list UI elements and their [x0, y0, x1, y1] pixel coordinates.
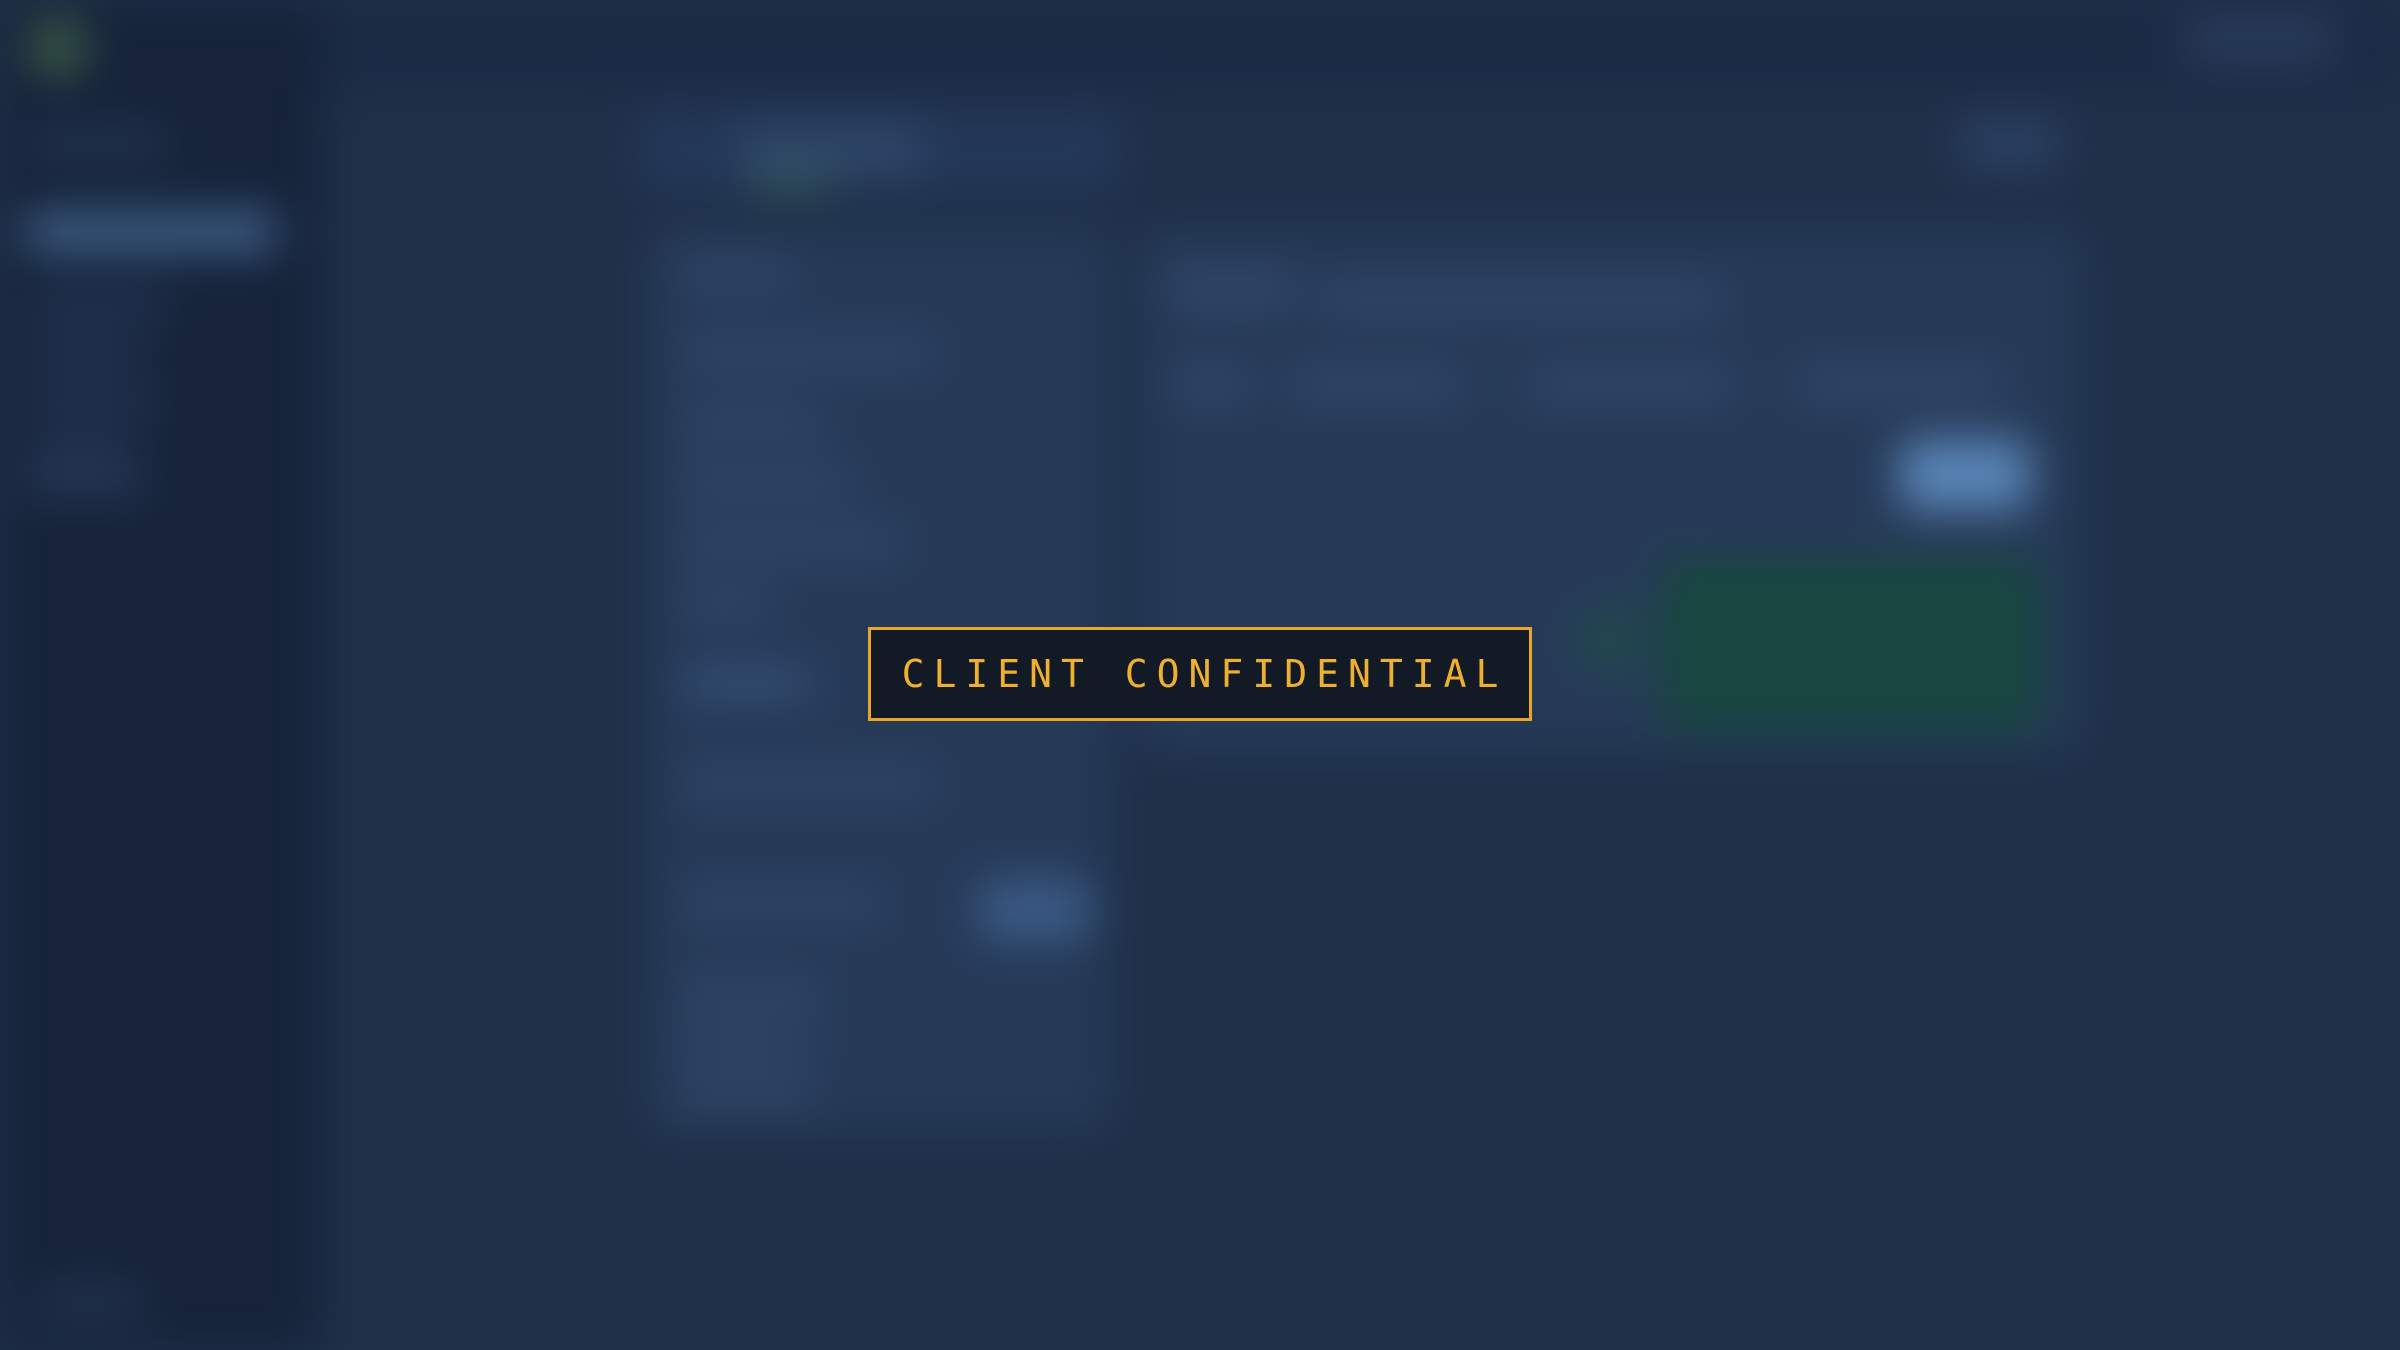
confidential-label: CLIENT CONFIDENTIAL	[868, 627, 1532, 721]
section-action-button[interactable]	[980, 880, 1090, 940]
app-logo	[28, 18, 88, 78]
list-item[interactable]	[680, 470, 850, 496]
field-label	[1170, 370, 1250, 398]
list-item[interactable]	[680, 260, 790, 286]
sidebar-item[interactable]	[26, 470, 146, 498]
status-card	[1660, 560, 2040, 730]
list-item[interactable]	[680, 590, 770, 616]
list-item[interactable]	[680, 410, 820, 436]
list-item[interactable]	[680, 340, 930, 366]
table-row	[680, 980, 820, 1006]
sidebar-item[interactable]	[26, 130, 166, 158]
field-value	[1800, 370, 2000, 398]
table-row	[680, 1080, 810, 1106]
user-menu[interactable]	[2180, 18, 2340, 62]
panel-title	[1170, 270, 1290, 306]
list-item[interactable]	[680, 670, 810, 696]
sidebar-item[interactable]	[26, 390, 156, 418]
section-heading	[680, 890, 880, 916]
tab-active-indicator	[750, 180, 830, 188]
primary-button[interactable]	[1900, 440, 2030, 510]
sidebar-item[interactable]	[26, 290, 166, 318]
tab-bar	[640, 110, 1120, 190]
tab-active[interactable]	[740, 124, 920, 176]
field-value	[1290, 370, 1460, 398]
table-row	[680, 1030, 810, 1056]
status-icon	[1580, 610, 1640, 670]
list-item[interactable]	[680, 770, 930, 796]
list-item[interactable]	[680, 530, 900, 556]
sidebar	[0, 0, 320, 1350]
sidebar-item[interactable]	[26, 440, 136, 468]
header-action-button[interactable]	[1960, 118, 2060, 168]
top-bar	[320, 0, 2400, 90]
field-value	[1530, 370, 1730, 398]
sidebar-item-active[interactable]	[26, 212, 276, 252]
sidebar-footer[interactable]	[34, 1290, 144, 1318]
panel-subtitle	[1320, 285, 1720, 313]
sidebar-item[interactable]	[26, 340, 146, 368]
